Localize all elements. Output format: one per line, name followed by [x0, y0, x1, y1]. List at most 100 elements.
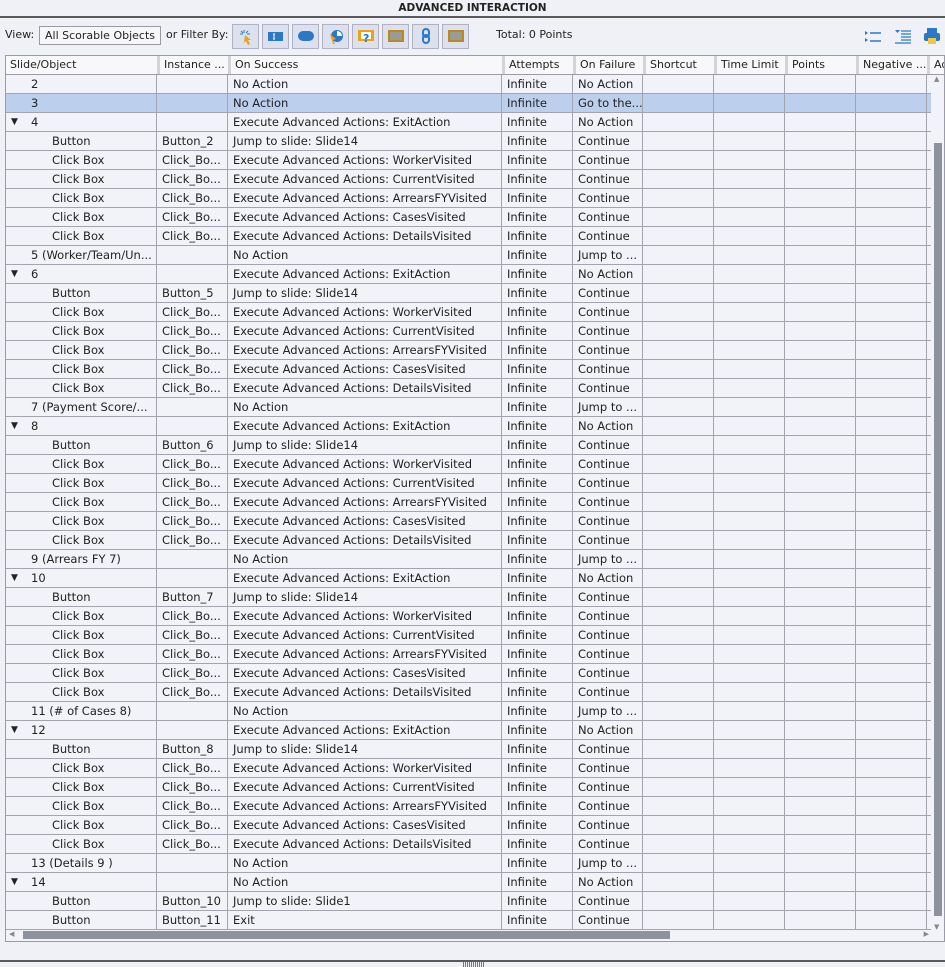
column-header[interactable]: Ad — [927, 56, 944, 74]
on-success-cell: Execute Advanced Actions: WorkerVisited — [228, 303, 502, 321]
scroll-down-icon[interactable]: ▼ — [934, 923, 939, 931]
table-row[interactable]: 3 No Action Infinite Go to the... — [6, 94, 931, 113]
slide-object-cell: Click Box — [6, 759, 157, 777]
table-row[interactable]: 5 (Worker/Team/Un... No Action Infinite Jum… — [6, 246, 931, 265]
on-success-cell: Execute Advanced Actions: WorkerVisited — [228, 759, 502, 777]
time-limit-cell — [714, 379, 785, 397]
table-row[interactable]: Click Box Click_Bo... Execute Advanced Act… — [6, 189, 931, 208]
table-row[interactable]: 11 (# of Cases 8) No Action Infinite Jump t… — [6, 702, 931, 721]
table-row[interactable]: 7 (Payment Score/... No Action Infinite Jum… — [6, 398, 931, 417]
filter-button-image-alt[interactable] — [442, 24, 469, 49]
filter-button-highlight-click[interactable] — [232, 24, 259, 49]
column-header[interactable]: Slide/Object — [6, 56, 157, 74]
table-row[interactable]: ▼ 12 Execute Advanced Actions: ExitAction I… — [6, 721, 931, 740]
table-row[interactable]: Click Box Click_Bo... Execute Advanced Act… — [6, 474, 931, 493]
attempts-cell: Infinite — [502, 835, 573, 853]
table-row[interactable]: Click Box Click_Bo... Execute Advanced Act… — [6, 227, 931, 246]
collapse-all-icon[interactable] — [894, 28, 912, 44]
filter-button-text-entry[interactable] — [262, 24, 289, 49]
instance-cell: Click_Bo... — [157, 683, 228, 701]
table-row[interactable]: Click Box Click_Bo... Execute Advanced Act… — [6, 683, 931, 702]
horizontal-scroll-thumb[interactable] — [23, 931, 670, 939]
slide-object-cell: Click Box — [6, 797, 157, 815]
table-row[interactable]: Button Button_5 Jump to slide: Slide14 Infi… — [6, 284, 931, 303]
column-header[interactable]: Attempts — [502, 56, 573, 74]
column-header[interactable]: Instance ... — [157, 56, 228, 74]
table-row[interactable]: Button Button_10 Jump to slide: Slide1 Infi… — [6, 892, 931, 911]
attempts-cell: Infinite — [502, 113, 573, 131]
points-cell — [785, 683, 856, 701]
table-row[interactable]: Click Box Click_Bo... Execute Advanced Act… — [6, 759, 931, 778]
table-row[interactable]: Button Button_7 Jump to slide: Slide14 Infi… — [6, 588, 931, 607]
table-row[interactable]: Click Box Click_Bo... Execute Advanced Act… — [6, 607, 931, 626]
scroll-left-icon[interactable]: ◀ — [9, 930, 14, 938]
table-row[interactable]: Click Box Click_Bo... Execute Advanced Act… — [6, 531, 931, 550]
table-row[interactable]: ▼ 4 Execute Advanced Actions: ExitAction In… — [6, 113, 931, 132]
table-row[interactable]: Click Box Click_Bo... Execute Advanced Act… — [6, 208, 931, 227]
column-header[interactable]: Shortcut — [643, 56, 714, 74]
table-row[interactable]: Click Box Click_Bo... Execute Advanced Act… — [6, 151, 931, 170]
instance-cell: Click_Bo... — [157, 778, 228, 796]
table-row[interactable]: Click Box Click_Bo... Execute Advanced Act… — [6, 835, 931, 854]
table-row[interactable]: Click Box Click_Bo... Execute Advanced Act… — [6, 816, 931, 835]
table-row[interactable]: 13 (Details 9 ) No Action Infinite Jump to … — [6, 854, 931, 873]
column-header[interactable]: On Failure — [573, 56, 643, 74]
instance-cell: Button_7 — [157, 588, 228, 606]
table-row[interactable]: Click Box Click_Bo... Execute Advanced Act… — [6, 360, 931, 379]
table-row[interactable]: Button Button_11 Exit Infinite Continue — [6, 911, 931, 930]
slide-object-cell: Click Box — [6, 493, 157, 511]
table-row[interactable]: Button Button_2 Jump to slide: Slide14 Infi… — [6, 132, 931, 151]
table-row[interactable]: Click Box Click_Bo... Execute Advanced Act… — [6, 493, 931, 512]
table-row[interactable]: Button Button_6 Jump to slide: Slide14 Infi… — [6, 436, 931, 455]
table-row[interactable]: Button Button_8 Jump to slide: Slide14 Infi… — [6, 740, 931, 759]
table-row[interactable]: ▼ 14 No Action Infinite No Action — [6, 873, 931, 892]
points-cell — [785, 75, 856, 93]
slide-object-cell: Click Box — [6, 607, 157, 625]
table-row[interactable]: Click Box Click_Bo... Execute Advanced Act… — [6, 626, 931, 645]
column-header[interactable]: Points — [785, 56, 856, 74]
filter-button-rollover[interactable] — [322, 24, 349, 49]
print-icon[interactable] — [923, 27, 941, 45]
vertical-scrollbar[interactable]: ▲ ▼ — [931, 75, 944, 931]
question-icon: ? — [357, 30, 374, 45]
table-row[interactable]: ▼ 8 Execute Advanced Actions: ExitAction In… — [6, 417, 931, 436]
scroll-right-icon[interactable]: ▶ — [924, 930, 929, 938]
filter-button-button[interactable] — [292, 24, 319, 49]
resize-grip[interactable] — [463, 962, 485, 967]
horizontal-scrollbar[interactable]: ◀ ▶ — [6, 929, 931, 941]
table-row[interactable]: Click Box Click_Bo... Execute Advanced Act… — [6, 455, 931, 474]
filter-button-link[interactable] — [412, 24, 439, 49]
column-header[interactable]: On Success — [228, 56, 502, 74]
negative-cell — [856, 512, 927, 530]
column-header[interactable]: Negative ... — [856, 56, 927, 74]
time-limit-cell — [714, 721, 785, 739]
table-row[interactable]: Click Box Click_Bo... Execute Advanced Act… — [6, 341, 931, 360]
table-row[interactable]: Click Box Click_Bo... Execute Advanced Act… — [6, 664, 931, 683]
table-row[interactable]: Click Box Click_Bo... Execute Advanced Act… — [6, 778, 931, 797]
negative-cell — [856, 778, 927, 796]
scroll-up-icon[interactable]: ▲ — [934, 75, 939, 83]
table-row[interactable]: ▼ 10 Execute Advanced Actions: ExitAction I… — [6, 569, 931, 588]
filter-button-image[interactable] — [382, 24, 409, 49]
highlight-click-icon — [239, 30, 251, 45]
table-row[interactable]: Click Box Click_Bo... Execute Advanced Act… — [6, 645, 931, 664]
table-row[interactable]: ▼ 6 Execute Advanced Actions: ExitAction In… — [6, 265, 931, 284]
table-row[interactable]: Click Box Click_Bo... Execute Advanced Act… — [6, 797, 931, 816]
view-dropdown[interactable]: All Scorable Objects — [39, 26, 161, 45]
instance-cell: Click_Bo... — [157, 360, 228, 378]
table-row[interactable]: Click Box Click_Bo... Execute Advanced Act… — [6, 303, 931, 322]
table-row[interactable]: Click Box Click_Bo... Execute Advanced Act… — [6, 170, 931, 189]
column-header[interactable]: Time Limit — [714, 56, 785, 74]
points-cell — [785, 778, 856, 796]
table-row[interactable]: Click Box Click_Bo... Execute Advanced Act… — [6, 379, 931, 398]
table-row[interactable]: Click Box Click_Bo... Execute Advanced Act… — [6, 322, 931, 341]
table-row[interactable]: 9 (Arrears FY 7) No Action Infinite Jump to… — [6, 550, 931, 569]
time-limit-cell — [714, 569, 785, 587]
instance-cell: Click_Bo... — [157, 322, 228, 340]
expand-all-icon[interactable] — [864, 28, 882, 44]
vertical-scroll-thumb[interactable] — [934, 143, 942, 916]
table-row[interactable]: Click Box Click_Bo... Execute Advanced Act… — [6, 512, 931, 531]
table-row[interactable]: 2 No Action Infinite No Action — [6, 75, 931, 94]
slide-object-cell: Click Box — [6, 474, 157, 492]
filter-button-question[interactable]: ? — [352, 24, 379, 49]
